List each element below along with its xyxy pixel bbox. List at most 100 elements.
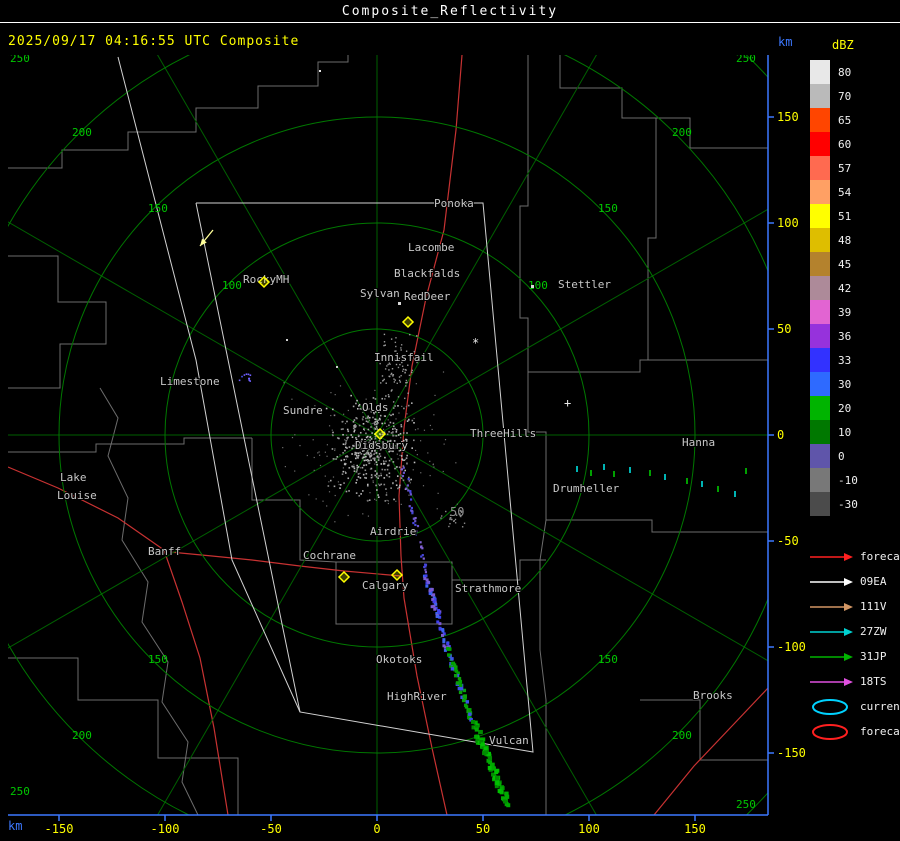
legend-arrow-icon [810, 627, 853, 636]
echo-pixel [401, 405, 403, 408]
echo-pixel [360, 453, 363, 455]
x-axis-tick-label: 100 [578, 822, 600, 836]
echo-pixel [313, 469, 315, 472]
ring-distance-label: 150 [598, 653, 618, 666]
echo-pixel [398, 379, 401, 382]
echo-pixel [375, 426, 378, 428]
echo-pixel [470, 719, 475, 724]
echo-pixel [400, 503, 402, 505]
echo-pixel [450, 661, 455, 666]
echo-pixel [414, 429, 417, 431]
echo-pixel [414, 449, 417, 452]
echo-pixel [328, 425, 331, 427]
echo-pixel [390, 487, 392, 489]
echo-pixel [433, 466, 435, 468]
map-layers: 250 200 150 100 100 150 200 250 150 200 250 150 200 2… [8, 52, 768, 815]
echo-pixel [374, 398, 377, 400]
echo-pixel [409, 498, 413, 501]
echo-pixel [398, 412, 400, 414]
echo-pixel [384, 422, 386, 425]
echo-pixel [326, 505, 328, 507]
y-axis-tick-label: 0 [777, 428, 784, 442]
legend-row: 09EA [808, 569, 900, 594]
echo-pixel [495, 776, 500, 781]
echo-pixel [413, 417, 415, 420]
colorbar-row: 20 [810, 396, 872, 420]
echo-pixel [400, 477, 403, 479]
echo-pixel [420, 555, 423, 558]
echo-pixel [405, 385, 407, 387]
echo-dash [686, 478, 688, 484]
echo-pixel [374, 418, 376, 421]
echo-pixel [353, 464, 355, 466]
echo-pixel [362, 513, 364, 515]
range-spoke [376, 434, 597, 815]
echo-pixel [398, 486, 401, 489]
echo-pixel [363, 453, 366, 456]
echo-pixel [383, 344, 385, 347]
echo-pixel [361, 418, 364, 420]
legend-label: 09EA [860, 575, 887, 588]
echo-pixel [395, 363, 398, 366]
legend-row: forecast [808, 719, 900, 744]
echo-pixel [294, 434, 296, 436]
echo-pixel [385, 460, 387, 462]
echo-pixel [406, 381, 408, 384]
echo-pixel [425, 584, 429, 588]
echo-pixel [416, 524, 420, 528]
echo-pixel [394, 435, 396, 437]
map-dot [336, 366, 338, 368]
echo-pixel [420, 472, 422, 474]
boundary-line [647, 118, 657, 360]
echo-pixel [395, 484, 398, 487]
echo-pixel [448, 525, 450, 528]
ring-distance-label: 250 [736, 52, 756, 65]
echo-pixel [403, 407, 405, 410]
echo-pixel [397, 458, 399, 460]
echo-pixel [283, 382, 285, 384]
echo-pixel [322, 500, 324, 502]
echo-pixel [243, 374, 246, 376]
echo-pixel [378, 453, 381, 455]
echo-pixel [405, 405, 407, 408]
echo-pixel [341, 473, 344, 475]
echo-pixel [342, 451, 344, 454]
echo-pixel [408, 480, 411, 482]
echo-pixel [332, 431, 334, 434]
echo-pixel [377, 459, 380, 461]
echo-pixel [399, 432, 402, 435]
echo-pixel [368, 419, 371, 421]
echo-pixel [352, 405, 355, 408]
ring-distance-label: 100 [222, 279, 242, 292]
echo-pixel [347, 514, 349, 517]
echo-pixel [411, 402, 413, 404]
city-marker [398, 302, 401, 305]
echo-pixel [328, 491, 331, 493]
echo-pixel [390, 414, 392, 417]
echo-dash [590, 470, 592, 476]
echo-pixel [386, 468, 389, 471]
echo-pixel [324, 451, 326, 453]
legend-label: forecast [860, 550, 900, 563]
colorbar-row: 0 [810, 444, 872, 468]
echo-pixel [367, 461, 369, 463]
echo-pixel [357, 434, 360, 436]
echo-pixel [377, 496, 380, 498]
colorbar-value-label: 54 [838, 185, 852, 199]
legend-arrow-icon [810, 552, 853, 561]
echo-pixel [355, 452, 358, 454]
echo-pixel [347, 477, 350, 480]
echo-pixel [396, 466, 398, 468]
echo-pixel [382, 379, 385, 381]
echo-pixel [369, 492, 371, 494]
colorbar-swatch [810, 420, 830, 444]
echo-pixel [339, 483, 342, 486]
plus-mark-icon: + [564, 396, 571, 410]
echo-pixel [395, 418, 397, 420]
echo-pixel [401, 458, 404, 461]
legend-label: 111V [860, 600, 887, 613]
legend-label: 18TS [860, 675, 887, 688]
echo-pixel [379, 455, 382, 458]
echo-pixel [282, 447, 284, 449]
city-label: Lacombe [408, 241, 454, 254]
